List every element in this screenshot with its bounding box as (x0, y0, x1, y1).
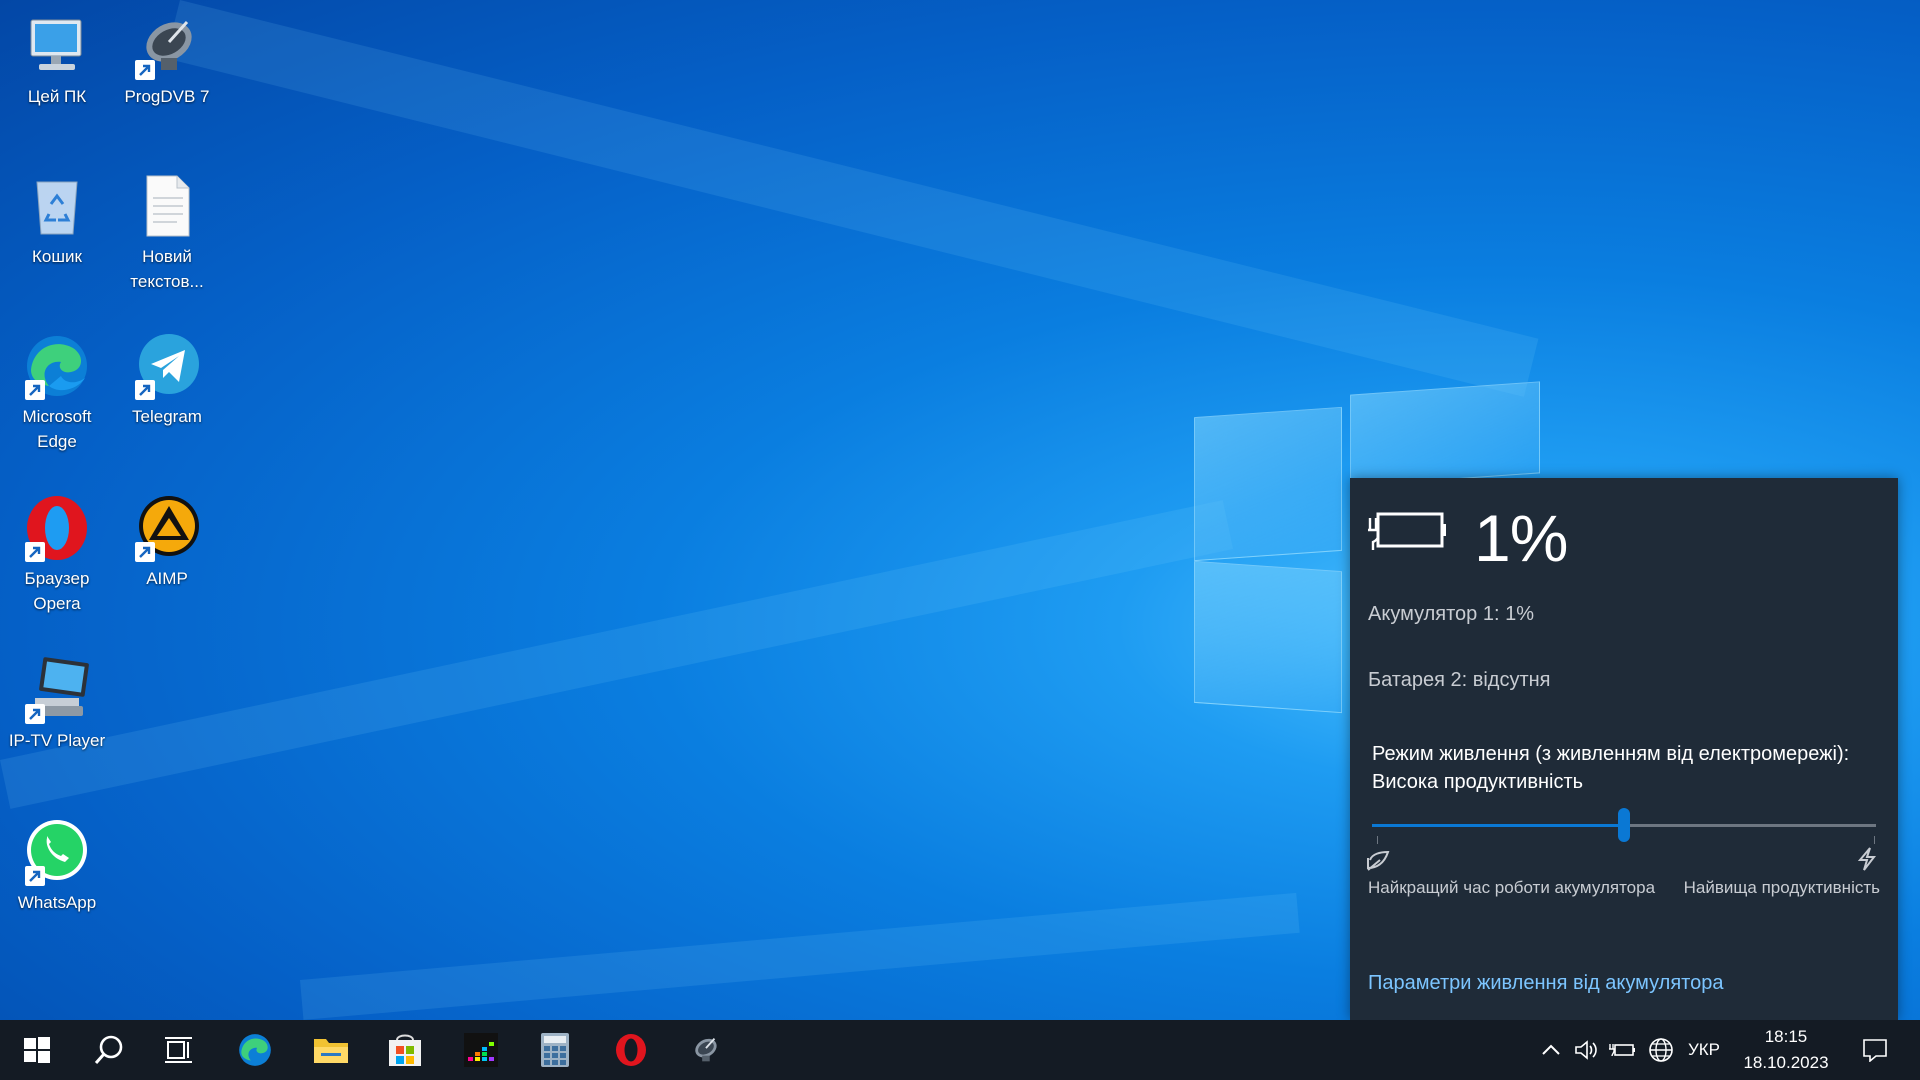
performance-lightning-icon (1857, 847, 1877, 871)
edge-icon (239, 1034, 271, 1066)
desktop-icon-edge[interactable]: Microsoft Edge (2, 330, 112, 454)
power-mode-line1: Режим живлення (з живленням від електром… (1372, 743, 1850, 765)
desktop-icon-label: Кошик (32, 247, 82, 266)
windows-logo-pane (1194, 560, 1342, 714)
recycle-bin-icon (36, 181, 78, 235)
globe-icon (1649, 1038, 1673, 1062)
shortcut-arrow-icon (29, 870, 41, 882)
this-pc-icon (30, 19, 82, 70)
language-indicator[interactable]: УКР (1684, 1020, 1724, 1080)
slider-tick (1377, 836, 1378, 844)
desktop-icon-opera[interactable]: Браузер Opera (2, 492, 112, 616)
task-view-button[interactable] (142, 1020, 216, 1080)
action-center-button[interactable] (1850, 1020, 1900, 1080)
opera-icon (616, 1034, 646, 1066)
desktop-icon-telegram[interactable]: Telegram (112, 330, 222, 429)
desktop-icon-label: Новий текстов... (130, 247, 204, 291)
chevron-up-icon (1542, 1044, 1560, 1055)
battery-tray-button[interactable] (1608, 1020, 1638, 1080)
text-document-icon (146, 175, 190, 237)
power-mode-slider-thumb[interactable] (1618, 808, 1630, 842)
power-mode-label: Режим живлення (з живленням від електром… (1372, 740, 1849, 796)
desktop-icon-iptv-player[interactable]: IP-TV Player (2, 654, 112, 753)
power-mode-slider-fill (1372, 824, 1624, 827)
search-button[interactable] (72, 1020, 146, 1080)
taskbar: УКР 18:15 18.10.2023 (0, 1020, 1920, 1080)
start-icon (24, 1037, 50, 1063)
volume-button[interactable] (1572, 1020, 1602, 1080)
show-hidden-icons-button[interactable] (1536, 1020, 1566, 1080)
calculator-icon (541, 1033, 569, 1067)
desktop-icon-label: Telegram (132, 407, 202, 426)
shortcut-arrow-icon (29, 546, 41, 558)
taskbar-calculator[interactable] (518, 1020, 592, 1080)
notification-icon (1863, 1039, 1887, 1062)
progdvb-icon (695, 1038, 717, 1062)
taskbar-deezer[interactable] (444, 1020, 518, 1080)
desktop-icon-label: Цей ПК (27, 87, 87, 106)
start-button[interactable] (0, 1020, 74, 1080)
taskbar-edge[interactable] (218, 1020, 292, 1080)
network-button[interactable] (1644, 1020, 1678, 1080)
taskbar-opera[interactable] (594, 1020, 668, 1080)
power-mode-slider[interactable] (1372, 808, 1876, 844)
desktop-icon-recycle-bin[interactable]: Кошик (2, 170, 112, 269)
speaker-icon (1575, 1040, 1597, 1060)
desktop-icon-label: ProgDVB 7 (124, 87, 210, 106)
clock-time: 18:15 (1764, 1027, 1808, 1046)
desktop-icon-label: AIMP (146, 569, 188, 588)
desktop-icon-whatsapp[interactable]: WhatsApp (2, 816, 112, 915)
best-performance-label: Найвища продуктивність (1683, 878, 1880, 897)
windows-logo-pane (1194, 406, 1342, 562)
desktop-icon-progdvb[interactable]: ProgDVB 7 (112, 10, 222, 109)
clock[interactable]: 18:15 18.10.2023 (1724, 1024, 1848, 1076)
desktop-icon-text-document[interactable]: Новий текстов... (112, 170, 222, 294)
shortcut-arrow-icon (139, 546, 151, 558)
shortcut-arrow-icon (139, 64, 151, 76)
battery-2-status: Батарея 2: відсутня (1368, 669, 1551, 691)
windows-logo-pane (1350, 381, 1540, 487)
task-view-icon (165, 1037, 192, 1063)
clock-date: 18.10.2023 (1743, 1053, 1829, 1072)
shortcut-arrow-icon (29, 384, 41, 396)
desktop-icon-label: WhatsApp (17, 893, 97, 912)
store-icon (389, 1034, 421, 1066)
power-mode-line2: Висока продуктивність (1372, 771, 1584, 793)
search-icon (94, 1035, 123, 1064)
desktop-icon-this-pc[interactable]: Цей ПК (2, 10, 112, 109)
shortcut-arrow-icon (139, 384, 151, 396)
shortcut-arrow-icon (29, 708, 41, 720)
desktop-icon-label: IP-TV Player (8, 731, 106, 750)
desktop-icon-aimp[interactable]: AIMP (112, 492, 222, 591)
deezer-icon (464, 1033, 498, 1067)
taskbar-file-explorer[interactable] (294, 1020, 368, 1080)
battery-power-settings-link[interactable]: Параметри живлення від акумулятора (1368, 972, 1723, 995)
battery-flyout: 1% Акумулятор 1: 1% Батарея 2: відсутня … (1350, 478, 1898, 1020)
wallpaper-beam (300, 892, 1300, 1020)
battery-charging-icon (1609, 1044, 1635, 1057)
battery-saver-leaf-icon (1367, 850, 1390, 871)
best-battery-label: Найкращий час роботи акумулятора (1368, 878, 1656, 897)
desktop-icon-label: Microsoft Edge (22, 407, 92, 451)
wallpaper-beam (165, 0, 1539, 397)
slider-tick (1874, 836, 1875, 844)
taskbar-store[interactable] (368, 1020, 442, 1080)
battery-percent: 1% (1474, 501, 1568, 575)
file-explorer-icon (314, 1039, 348, 1063)
taskbar-progdvb[interactable] (668, 1020, 742, 1080)
desktop-icon-label: Браузер Opera (24, 569, 90, 613)
battery-plug-icon (1368, 512, 1446, 550)
battery-1-status: Акумулятор 1: 1% (1368, 603, 1535, 625)
